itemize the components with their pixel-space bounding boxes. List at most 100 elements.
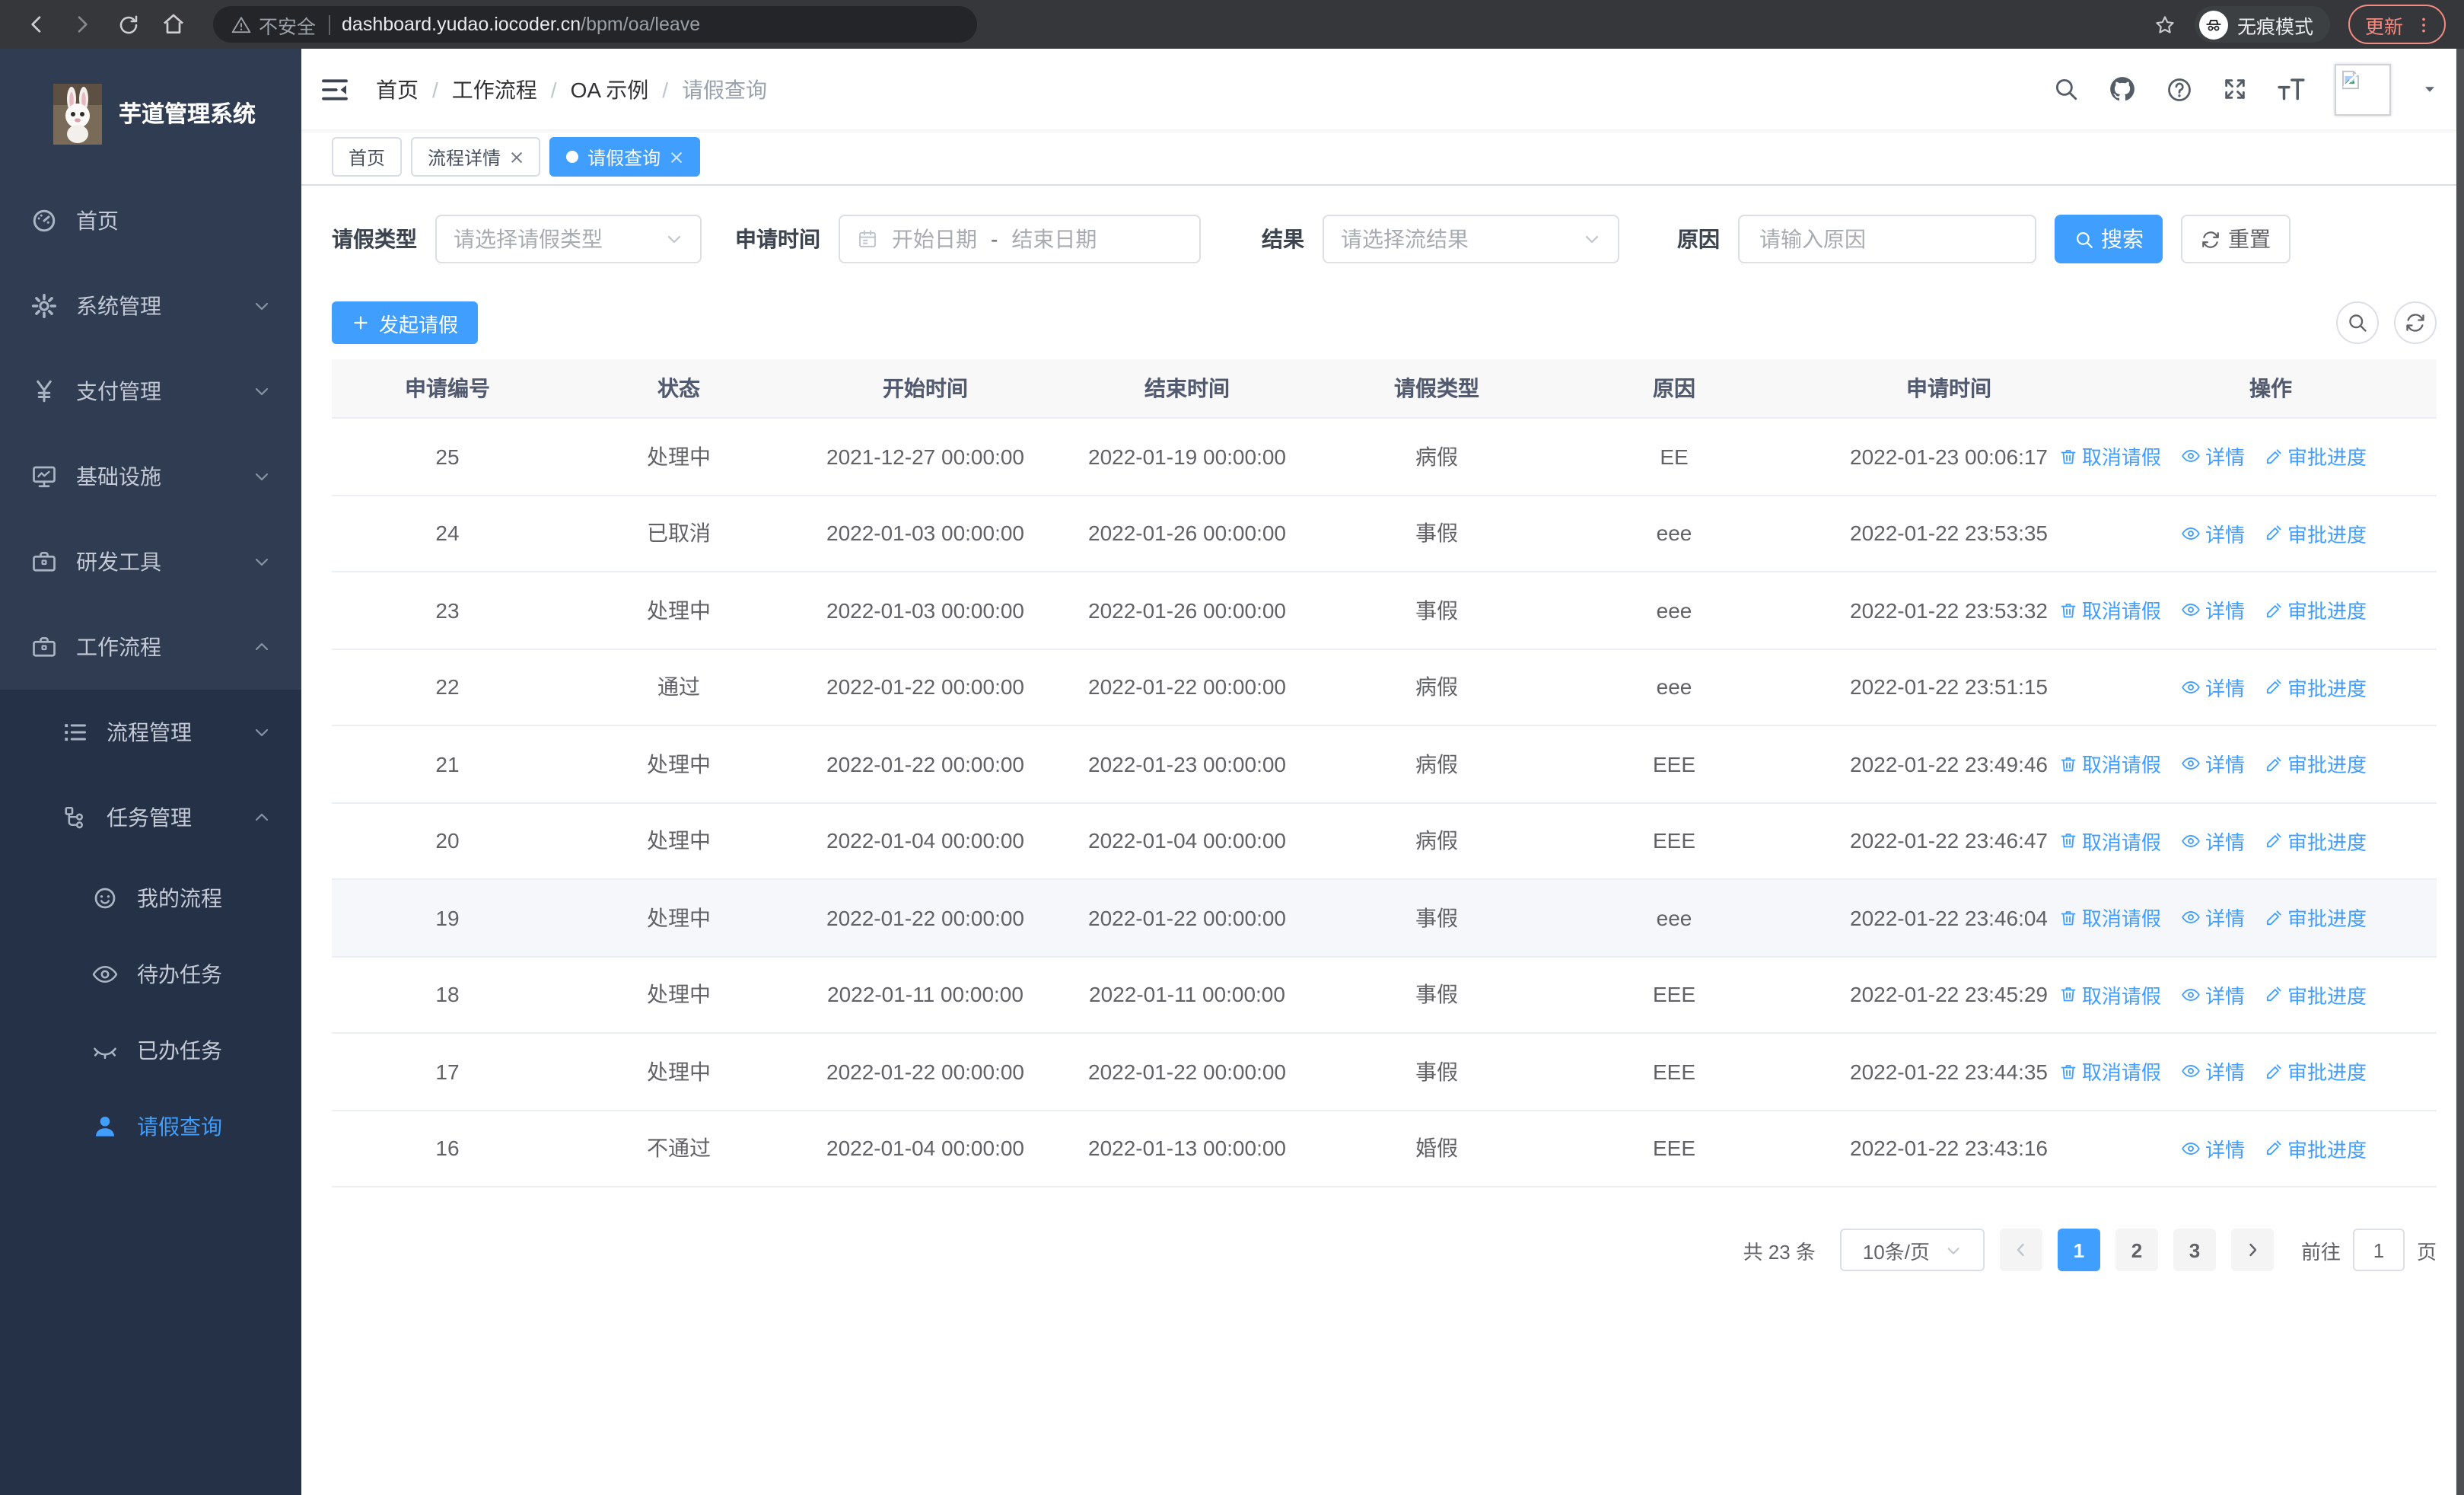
browser-forward-icon[interactable] — [64, 6, 100, 43]
sidebar-item-label: 我的流程 — [137, 886, 222, 910]
update-label: 更新 — [2364, 16, 2403, 37]
next-page-button[interactable] — [2230, 1229, 2274, 1271]
leave-type-select[interactable]: 请选择请假类型 — [435, 215, 702, 263]
eye-icon — [2181, 677, 2201, 697]
detail-link[interactable]: 详情 — [2181, 596, 2245, 625]
cancel-leave-link[interactable]: 取消请假 — [2059, 980, 2161, 1009]
sidebar-item[interactable]: 系统管理 — [0, 263, 301, 349]
reason-input[interactable] — [1756, 225, 2018, 253]
cell-actions: 取消请假 详情 审批进度 — [2105, 904, 2437, 932]
apply-time-range-picker[interactable]: 开始日期 - 结束日期 — [839, 215, 1201, 263]
cancel-leave-link[interactable]: 取消请假 — [2059, 827, 2161, 856]
github-icon[interactable] — [2108, 75, 2137, 104]
progress-link[interactable]: 审批进度 — [2265, 750, 2367, 779]
trash-icon — [2059, 986, 2077, 1004]
detail-link[interactable]: 详情 — [2181, 750, 2245, 779]
progress-link[interactable]: 审批进度 — [2265, 980, 2367, 1009]
sidebar-item[interactable]: 工作流程 — [0, 604, 301, 690]
sidebar-item[interactable]: 首页 — [0, 178, 301, 263]
cell-start: 2021-12-27 00:00:00 — [826, 444, 1024, 469]
sidebar-item[interactable]: 任务管理 — [0, 775, 301, 860]
sidebar-item[interactable]: 支付管理 — [0, 349, 301, 434]
progress-link[interactable]: 审批进度 — [2265, 442, 2367, 471]
detail-link[interactable]: 详情 — [2181, 1057, 2245, 1086]
browser-home-icon[interactable] — [155, 6, 192, 43]
page-size-select[interactable]: 10条/页 — [1839, 1229, 1985, 1271]
update-button[interactable]: 更新 — [2348, 5, 2446, 44]
reason-input-wrap — [1738, 215, 2036, 263]
progress-link[interactable]: 审批进度 — [2265, 1057, 2367, 1086]
cell-applied: 2022-01-22 23:51:15 — [1850, 674, 2048, 700]
detail-link[interactable]: 详情 — [2181, 519, 2245, 548]
breadcrumb-item[interactable]: 首页 — [376, 74, 452, 104]
fullscreen-icon[interactable] — [2222, 76, 2248, 102]
avatar[interactable] — [2335, 63, 2391, 115]
cancel-leave-link[interactable]: 取消请假 — [2059, 1057, 2161, 1086]
table-row: 16 不通过 2022-01-04 00:00:00 2022-01-13 00… — [332, 1111, 2437, 1187]
prev-page-button[interactable] — [1999, 1229, 2042, 1271]
detail-link[interactable]: 详情 — [2181, 1134, 2245, 1163]
font-size-icon[interactable] — [2277, 75, 2306, 104]
url-bar[interactable]: 不安全 dashboard.yudao.iocoder.cn/bpm/oa/le… — [213, 6, 977, 43]
browser-menu-icon[interactable] — [2414, 14, 2434, 34]
sidebar-item[interactable]: 待办任务 — [0, 936, 301, 1012]
cell-applied: 2022-01-22 23:53:35 — [1850, 521, 2048, 546]
progress-link[interactable]: 审批进度 — [2265, 904, 2367, 932]
breadcrumb-item[interactable]: OA 示例 — [571, 74, 683, 104]
toggle-search-button[interactable] — [2336, 301, 2379, 344]
sidebar-item[interactable]: 流程管理 — [0, 690, 301, 775]
app-title: 芋道管理系统 — [119, 102, 256, 128]
bookmark-star-icon[interactable] — [2154, 13, 2176, 36]
cell-end: 2022-01-19 00:00:00 — [1088, 444, 1286, 469]
progress-link[interactable]: 审批进度 — [2265, 519, 2367, 548]
chevron-down-icon[interactable] — [2420, 79, 2440, 99]
browser-back-icon[interactable] — [18, 6, 55, 43]
detail-link[interactable]: 详情 — [2181, 904, 2245, 932]
sidebar-item[interactable]: 基础设施 — [0, 434, 301, 519]
help-icon[interactable] — [2166, 75, 2193, 103]
cell-actions: 详情 审批进度 — [2105, 1134, 2437, 1163]
cancel-leave-link[interactable]: 取消请假 — [2059, 442, 2161, 471]
cancel-leave-link[interactable]: 取消请假 — [2059, 596, 2161, 625]
page-button[interactable]: 1 — [2057, 1229, 2100, 1271]
page-button[interactable]: 2 — [2115, 1229, 2158, 1271]
cancel-leave-link[interactable]: 取消请假 — [2059, 750, 2161, 779]
detail-link[interactable]: 详情 — [2181, 442, 2245, 471]
result-select[interactable]: 请选择流结果 — [1323, 215, 1619, 263]
browser-reload-icon[interactable] — [110, 6, 146, 43]
progress-link[interactable]: 审批进度 — [2265, 673, 2367, 702]
reset-button[interactable]: 重置 — [2181, 215, 2291, 263]
create-leave-button[interactable]: 发起请假 — [332, 301, 479, 344]
tab[interactable]: 流程详情 — [411, 137, 541, 177]
briefcase-icon — [30, 548, 58, 575]
pen-icon — [2265, 1140, 2283, 1158]
search-button[interactable]: 搜索 — [2055, 215, 2163, 263]
progress-link[interactable]: 审批进度 — [2265, 596, 2367, 625]
cell-start: 2022-01-22 00:00:00 — [826, 751, 1024, 776]
collapse-menu-icon[interactable] — [320, 74, 350, 104]
detail-link[interactable]: 详情 — [2181, 827, 2245, 856]
sidebar-item[interactable]: 已办任务 — [0, 1012, 301, 1089]
table-header-cell: 状态 — [657, 376, 700, 400]
sidebar-item[interactable]: 研发工具 — [0, 519, 301, 604]
detail-link[interactable]: 详情 — [2181, 980, 2245, 1009]
sidebar-item[interactable]: 我的流程 — [0, 860, 301, 936]
user-icon — [91, 1113, 119, 1140]
goto-page-input[interactable] — [2352, 1229, 2405, 1271]
cancel-leave-link[interactable]: 取消请假 — [2059, 904, 2161, 932]
refresh-table-button[interactable] — [2394, 301, 2437, 344]
progress-link[interactable]: 审批进度 — [2265, 1134, 2367, 1163]
page-scrollbar[interactable] — [2456, 49, 2464, 1495]
page-button[interactable]: 3 — [2173, 1229, 2216, 1271]
tab[interactable]: 首页 — [332, 137, 403, 177]
page-unit-label: 页 — [2416, 1240, 2437, 1263]
table-header: 申请编号 状态 开始时间 结束时间 请假类型 原因 申请时间 操作 — [332, 359, 2437, 419]
tab[interactable]: 请假查询 — [549, 137, 701, 177]
tab-close-icon[interactable] — [670, 150, 683, 164]
sidebar-item[interactable]: 请假查询 — [0, 1089, 301, 1165]
detail-link[interactable]: 详情 — [2181, 673, 2245, 702]
progress-link[interactable]: 审批进度 — [2265, 827, 2367, 856]
breadcrumb-item[interactable]: 工作流程 — [452, 74, 571, 104]
tab-close-icon[interactable] — [510, 150, 524, 164]
search-icon[interactable] — [2053, 76, 2079, 102]
